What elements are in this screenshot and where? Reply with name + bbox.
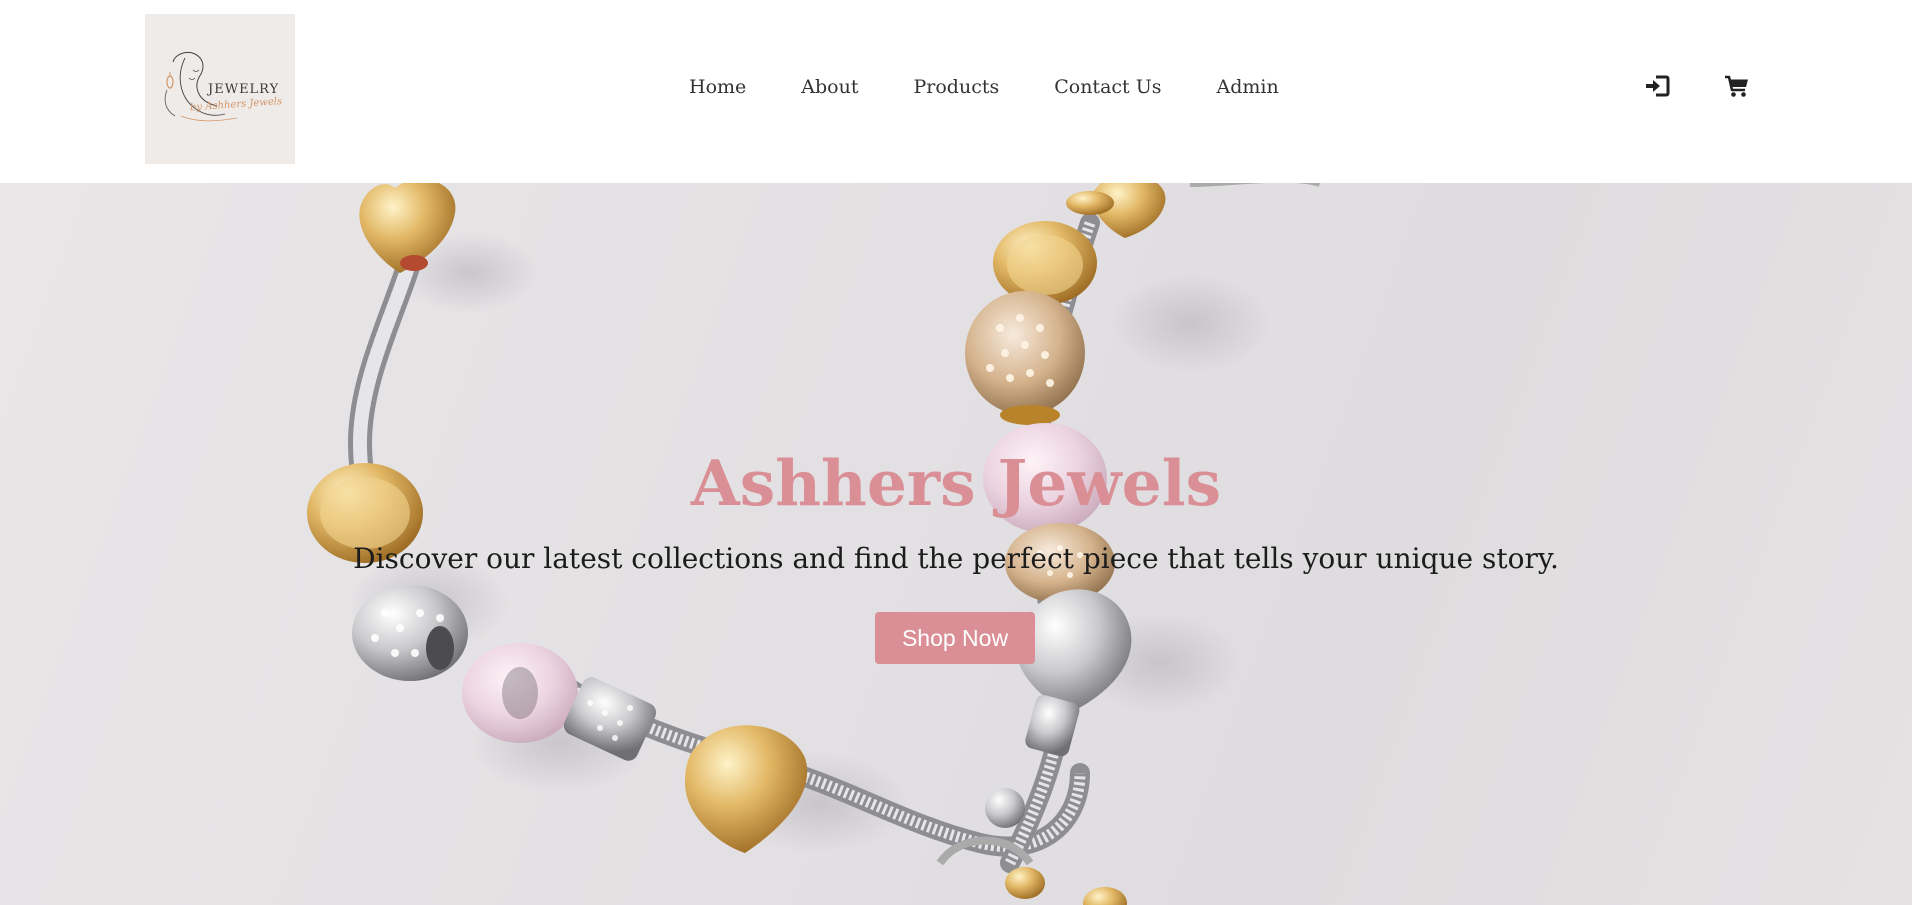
shopping-cart-icon[interactable]: [1723, 73, 1751, 99]
nav-products[interactable]: Products: [913, 76, 999, 104]
nav-about[interactable]: About: [801, 76, 858, 104]
hero-title: Ashhers Jewels: [690, 446, 1222, 520]
main-nav: Home About Products Contact Us Admin: [689, 76, 1279, 104]
nav-contact-us[interactable]: Contact Us: [1054, 76, 1161, 104]
shop-now-button[interactable]: Shop Now: [875, 612, 1035, 664]
hero-subtitle: Discover our latest collections and find…: [353, 542, 1559, 575]
nav-home[interactable]: Home: [689, 76, 746, 104]
sign-in-icon[interactable]: [1643, 73, 1671, 99]
brand-logo[interactable]: JEWELRY by Ashhers Jewels: [145, 14, 295, 164]
hero-banner: Ashhers Jewels Discover our latest colle…: [0, 183, 1912, 905]
site-header: JEWELRY by Ashhers Jewels Home About Pro…: [0, 0, 1912, 183]
logo-wordmark: JEWELRY: [208, 82, 280, 97]
nav-admin[interactable]: Admin: [1216, 76, 1278, 104]
